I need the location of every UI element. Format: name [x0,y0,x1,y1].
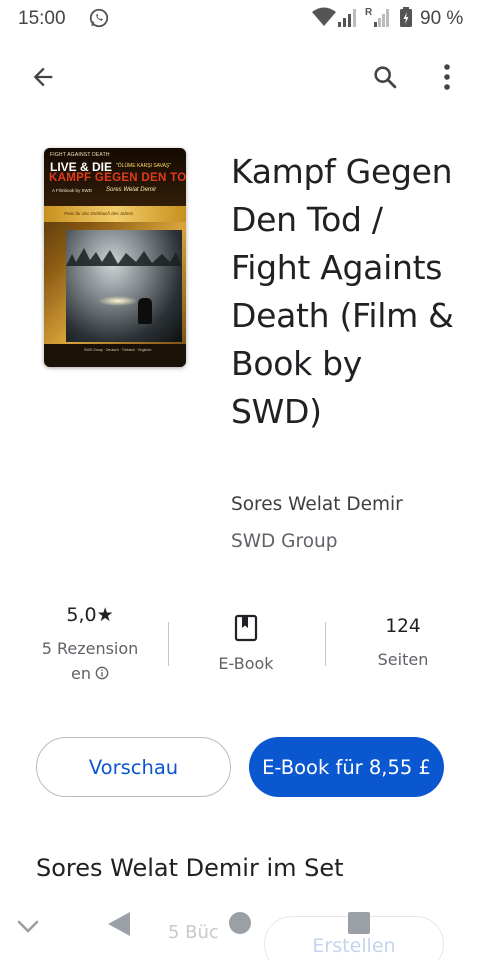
status-bar: 15:00 R 90 % [0,0,480,38]
stat-divider [325,622,326,666]
rating-number: 5,0 [66,604,97,626]
cover-figure [138,298,152,324]
book-title: Kampf Gegen Den Tod / Fight Againts Deat… [231,152,454,431]
publisher-label: SWD Group [231,531,338,552]
cover-text: FIGHT AGAINST DEATH [50,152,110,158]
battery-percentage: 90 % [420,8,464,29]
arrow-left-icon [33,67,53,87]
format-label: E-Book [218,654,274,673]
book-cover[interactable]: FIGHT AGAINST DEATH LIVE & DIE "ÖLÜME KA… [44,148,186,367]
pages-value: 124 [385,616,421,637]
whatsapp-icon [89,8,109,28]
buy-ebook-button[interactable]: E-Book für 8,55 £ [249,737,444,797]
cover-text: "ÖLÜME KARŞI SAVAŞ" [116,163,172,169]
pages-stat: 124 Seiten [344,616,462,669]
format-stat: E-Book [190,614,302,673]
more-vertical-icon [444,64,450,90]
nav-back-icon[interactable] [106,910,132,938]
cover-text: Preis für das Drehbuch des Jahres [64,211,134,216]
rating-count-line2: en [28,661,152,686]
more-options-button[interactable] [430,58,464,96]
pages-label: Seiten [377,650,429,669]
cover-text: Sores Welat Demir [106,187,157,193]
roaming-badge: R [365,7,373,18]
rating-count-line1: 5 Rezension [41,639,139,658]
search-icon [374,66,397,89]
rating-count-line2-text: en [71,664,91,683]
cover-text: SWD Group · Deutsch · Türkisch · Englisc… [84,348,152,352]
stat-divider [168,622,169,666]
cover-light [98,296,138,306]
roaming-signal-icon: R [365,7,389,27]
preview-button[interactable]: Vorschau [36,737,231,797]
wifi-icon [312,7,336,26]
back-button[interactable] [24,58,62,96]
battery-icon [400,7,412,27]
star-icon: ★ [96,604,114,626]
signal-strength-icon [338,9,356,27]
section-title: Sores Welat Demir im Set [36,854,344,882]
info-icon[interactable] [95,666,109,680]
cover-title: KAMPF GEGEN DEN TOD [49,172,186,184]
author-link[interactable]: Sores Welat Demir [231,494,403,515]
rating-count-label: 5 Rezension en [28,636,152,686]
cover-trees [66,248,182,266]
rating-value: 5,0★ [28,604,152,632]
status-time: 15:00 [18,8,66,29]
rating-stat[interactable]: 5,0★ 5 Rezension en [28,604,152,686]
ebook-icon [234,614,258,642]
series-count-label: 5 Büc [168,922,219,943]
nav-recent-apps-icon[interactable] [348,912,370,934]
chevron-down-icon[interactable] [14,912,42,940]
nav-home-icon[interactable] [229,912,251,934]
cover-text: A Filmbook by SWD [52,188,93,193]
search-button[interactable] [366,58,404,96]
